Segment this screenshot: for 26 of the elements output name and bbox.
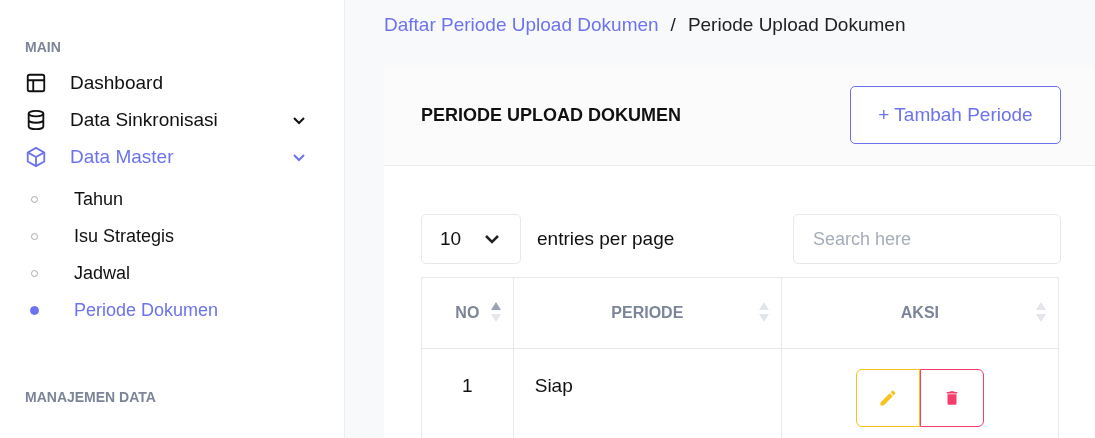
sidebar-subitem[interactable]: Tahun [25,187,344,211]
layout-icon [25,72,47,94]
search-field[interactable]: Search here [793,214,1061,264]
delete-button[interactable] [919,369,984,427]
database-icon [25,109,47,131]
column-header[interactable]: AKSI [781,277,1059,349]
entries-label: entries per page [537,228,676,250]
breadcrumb-current: Periode Upload Dokumen [687,14,906,36]
sidebar-item[interactable]: Data Sinkronisasi [25,108,344,132]
table-cell: 1 [462,375,473,396]
column-header[interactable]: NO [421,277,514,349]
sidebar-subitem[interactable]: Isu Strategis [25,224,344,248]
sidebar-subitem[interactable]: Periode Dokumen [25,298,344,322]
sidebar-subitem[interactable]: Jadwal [25,261,344,285]
sidebar-item[interactable]: Data Master [25,145,344,169]
section-heading: MAIN [25,38,62,57]
sidebar-item[interactable]: Dashboard [25,71,344,95]
breadcrumb-link[interactable]: Daftar Periode Upload Dokumen [384,14,659,36]
card-title: PERIODE UPLOAD DOKUMEN [421,104,681,126]
add-period-button[interactable]: + Tambah Periode [850,86,1061,144]
breadcrumb-separator: / [670,14,676,36]
column-header[interactable]: PERIODE [513,277,782,349]
table-cell: Siap [534,375,573,396]
section-heading: MANAJEMEN DATA [25,388,157,407]
page-size-select[interactable]: 10 [421,214,521,264]
cube-icon [25,146,47,168]
